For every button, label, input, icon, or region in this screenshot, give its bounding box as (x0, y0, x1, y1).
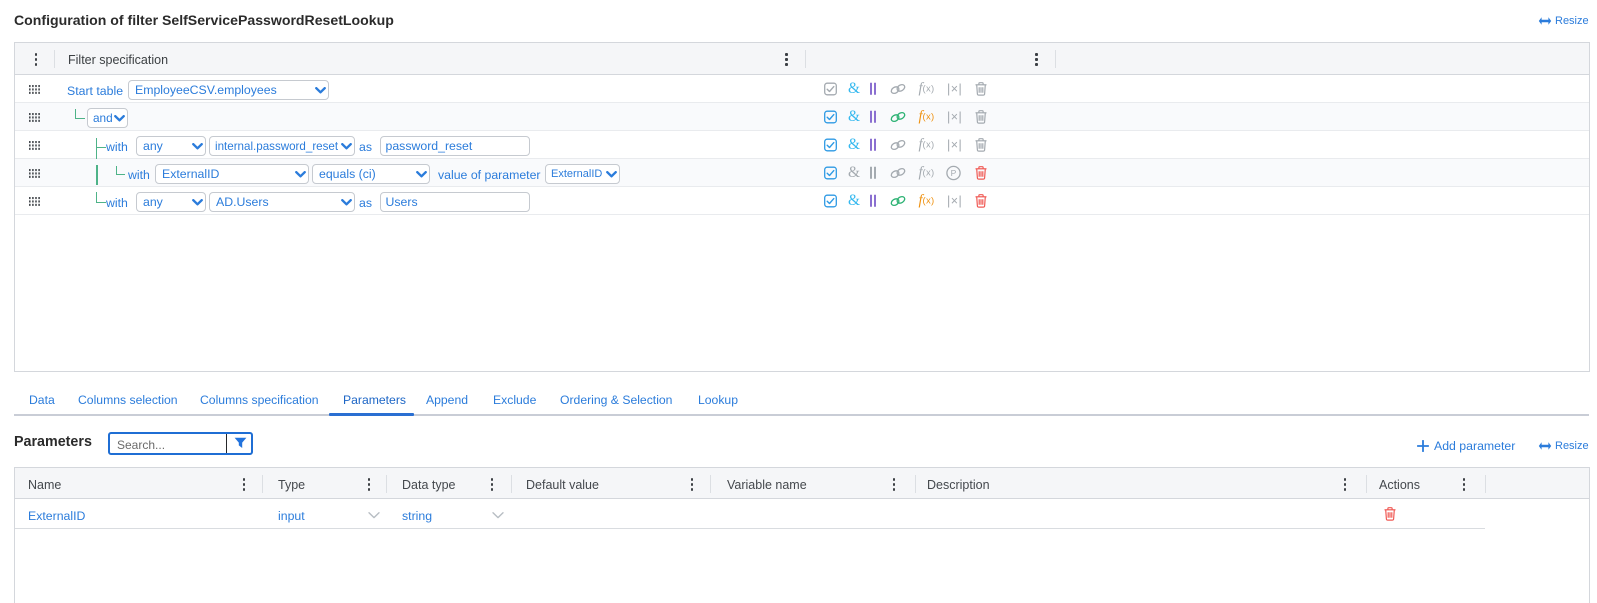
svg-text:P: P (951, 168, 957, 178)
